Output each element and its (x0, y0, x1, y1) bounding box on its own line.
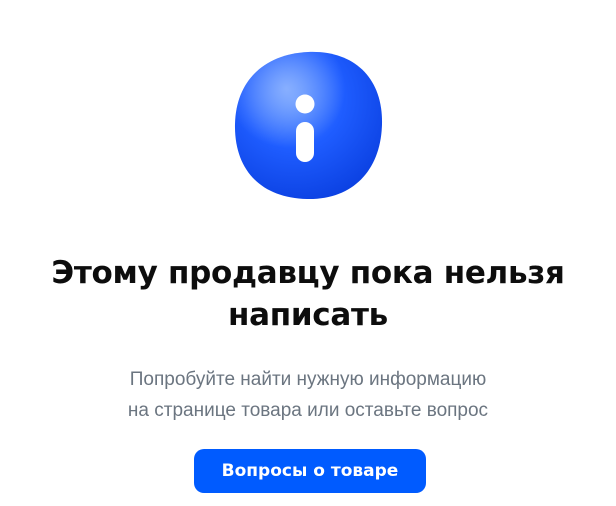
subtitle-line-1: Попробуйте найти нужную информацию (129, 369, 487, 390)
subtitle-line-2: на странице товара или оставьте вопрос (127, 400, 489, 421)
page-title: Этому продавцу пока нельзя написать (0, 252, 616, 336)
title-line-1: Этому продавцу пока нельзя (51, 255, 565, 291)
product-questions-button[interactable]: Вопросы о товаре (194, 449, 426, 493)
info-icon (225, 42, 391, 208)
title-line-2: написать (228, 297, 388, 333)
page-subtitle: Попробуйте найти нужную информацию на ст… (40, 364, 576, 426)
empty-state-page: Этому продавцу пока нельзя написать Попр… (0, 0, 616, 506)
